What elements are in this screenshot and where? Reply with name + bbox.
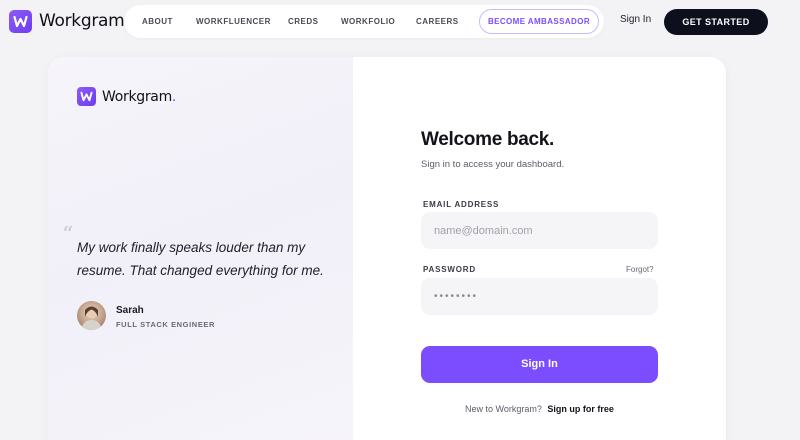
panel-brand-name: Workgram. bbox=[102, 88, 177, 105]
password-label: PASSWORD bbox=[423, 265, 476, 274]
email-field[interactable] bbox=[421, 212, 658, 249]
testimonial-author-name: Sarah bbox=[116, 305, 144, 316]
testimonial-panel: Workgram. “ My work finally speaks loude… bbox=[48, 57, 353, 440]
avatar bbox=[77, 301, 106, 330]
become-ambassador-button[interactable]: BECOME AMBASSADOR bbox=[479, 9, 599, 34]
nav-link-workfluencer[interactable]: WORKFLUENCER bbox=[196, 5, 271, 38]
signup-prompt: New to Workgram? Sign up for free bbox=[421, 404, 658, 414]
top-navbar: Workgram. ABOUT WORKFLUENCER CREDS WORKF… bbox=[0, 0, 800, 44]
forgot-password-link[interactable]: Forgot? bbox=[626, 265, 654, 274]
nav-sign-in-link[interactable]: Sign In bbox=[620, 14, 651, 25]
nav-link-about[interactable]: ABOUT bbox=[142, 5, 173, 38]
login-card: Workgram. “ My work finally speaks loude… bbox=[48, 57, 726, 440]
nav-link-creds[interactable]: CREDS bbox=[288, 5, 319, 38]
email-label: EMAIL ADDRESS bbox=[423, 200, 500, 209]
workgram-logo-icon bbox=[9, 9, 32, 33]
brand-logo[interactable]: Workgram. bbox=[9, 9, 130, 33]
page-title: Welcome back. bbox=[421, 129, 555, 150]
signup-prompt-text: New to Workgram? bbox=[465, 404, 542, 414]
sign-in-button[interactable]: Sign In bbox=[421, 346, 658, 383]
testimonial-quote: My work finally speaks louder than my re… bbox=[77, 240, 324, 278]
get-started-button[interactable]: GET STARTED bbox=[664, 9, 768, 35]
workgram-logo-icon bbox=[77, 87, 96, 106]
brand-name: Workgram. bbox=[39, 11, 130, 31]
nav-link-workfolio[interactable]: WORKFOLIO bbox=[341, 5, 395, 38]
page-subtitle: Sign in to access your dashboard. bbox=[421, 159, 565, 170]
panel-brand-logo: Workgram. bbox=[77, 87, 176, 106]
quote-mark-icon: “ bbox=[62, 223, 74, 248]
nav-link-careers[interactable]: CAREERS bbox=[416, 5, 459, 38]
password-field[interactable] bbox=[421, 278, 658, 315]
nav-menu: ABOUT WORKFLUENCER CREDS WORKFOLIO CAREE… bbox=[124, 5, 604, 38]
testimonial-author-role: FULL STACK ENGINEER bbox=[116, 320, 216, 329]
signup-link[interactable]: Sign up for free bbox=[547, 404, 614, 414]
